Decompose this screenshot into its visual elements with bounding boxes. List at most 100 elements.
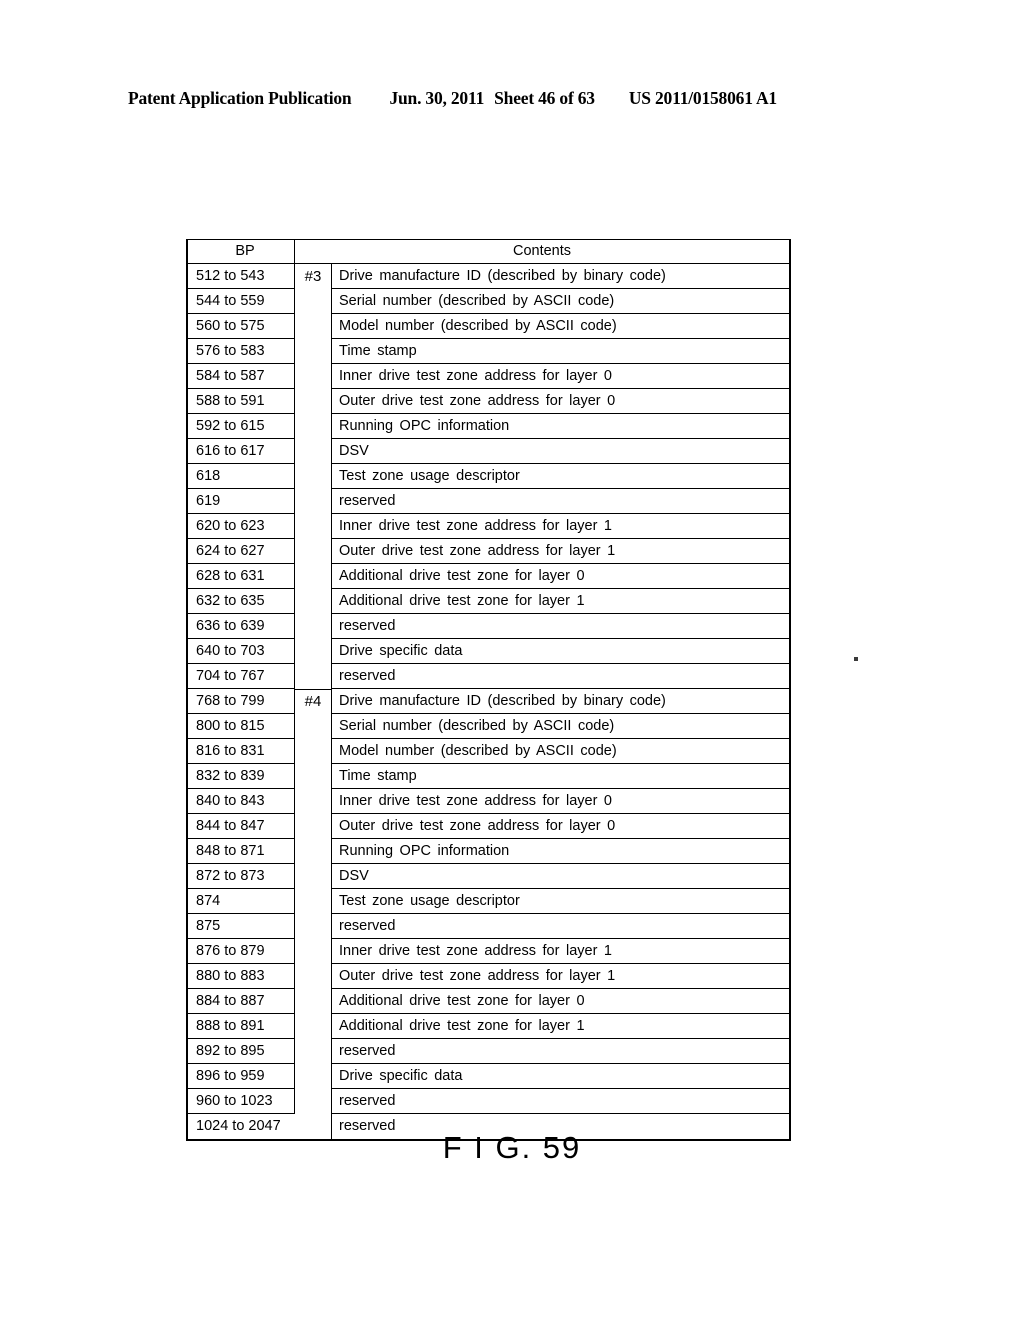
bp-range-cell: 618 (188, 464, 295, 489)
table-row: 584 to 587 Inner drive test zone address … (188, 364, 789, 389)
contents-cell: Drive specific data (332, 639, 789, 664)
bp-range-cell: 896 to 959 (188, 1064, 295, 1089)
contents-cell: Drive specific data (332, 1064, 789, 1089)
block-marker-spacer (295, 289, 332, 314)
bp-range-cell: 576 to 583 (188, 339, 295, 364)
column-header-contents: Contents (512, 243, 572, 259)
table-row: 628 to 631 Additional drive test zone for… (188, 564, 789, 589)
bp-range-cell: 624 to 627 (188, 539, 295, 564)
bp-range-cell: 840 to 843 (188, 789, 295, 814)
table-row: 512 to 543 #3 Drive manufacture ID (descri… (188, 264, 789, 289)
block-marker-spacer (295, 1064, 332, 1089)
table-row: 848 to 871 Running OPC information (188, 839, 789, 864)
bp-range-cell: 544 to 559 (188, 289, 295, 314)
bp-range-cell: 584 to 587 (188, 364, 295, 389)
bp-range-cell: 874 (188, 889, 295, 914)
table-row: 876 to 879 Inner drive test zone address … (188, 939, 789, 964)
block-marker-spacer (295, 839, 332, 864)
block-marker-spacer (295, 314, 332, 339)
contents-cell: Model number (described by ASCII code) (332, 739, 789, 764)
bp-range-cell: 588 to 591 (188, 389, 295, 414)
contents-cell: Test zone usage descriptor (332, 889, 789, 914)
table-row: 640 to 703 Drive specific data (188, 639, 789, 664)
bp-range-cell: 560 to 575 (188, 314, 295, 339)
table-row: 816 to 831 Model number (described by ASC… (188, 739, 789, 764)
block-marker-spacer (295, 339, 332, 364)
figure-caption: F I G. 59 (442, 1130, 582, 1165)
block-marker-spacer (295, 714, 332, 739)
contents-cell: Time stamp (332, 339, 789, 364)
contents-cell: Serial number (described by ASCII code) (332, 289, 789, 314)
bp-range-cell: 876 to 879 (188, 939, 295, 964)
table-row: 560 to 575 Model number (described by ASC… (188, 314, 789, 339)
contents-cell: Inner drive test zone address for layer … (332, 939, 789, 964)
table-row: 872 to 873 DSV (188, 864, 789, 889)
table-row: 840 to 843 Inner drive test zone address … (188, 789, 789, 814)
bp-range-cell: 636 to 639 (188, 614, 295, 639)
bp-range-cell: 848 to 871 (188, 839, 295, 864)
contents-cell: Serial number (described by ASCII code) (332, 714, 789, 739)
table-row: 632 to 635 Additional drive test zone for… (188, 589, 789, 614)
table-row: 588 to 591 Outer drive test zone address … (188, 389, 789, 414)
bp-range-cell: 616 to 617 (188, 439, 295, 464)
bp-range-cell: 888 to 891 (188, 1014, 295, 1039)
bp-range-cell: 620 to 623 (188, 514, 295, 539)
contents-cell: Additional drive test zone for layer 0 (332, 989, 789, 1014)
block-marker-spacer (295, 989, 332, 1014)
bp-range-cell: 512 to 543 (188, 264, 295, 289)
contents-cell: Additional drive test zone for layer 0 (332, 564, 789, 589)
contents-cell: Inner drive test zone address for layer … (332, 514, 789, 539)
contents-cell: Outer drive test zone address for layer … (332, 814, 789, 839)
contents-cell: reserved (332, 1089, 789, 1114)
block-marker-spacer (295, 889, 332, 914)
table-row: 636 to 639 reserved (188, 614, 789, 639)
contents-cell: Drive manufacture ID (described by binar… (332, 264, 789, 289)
bp-range-cell: 816 to 831 (188, 739, 295, 764)
block-marker-spacer (295, 439, 332, 464)
block-marker-spacer (295, 914, 332, 939)
contents-cell: Test zone usage descriptor (332, 464, 789, 489)
contents-cell: reserved (332, 1039, 789, 1064)
contents-cell: DSV (332, 439, 789, 464)
contents-cell: reserved (332, 664, 789, 689)
block-marker-spacer (295, 1014, 332, 1039)
bp-range-cell: 592 to 615 (188, 414, 295, 439)
bp-range-cell: 628 to 631 (188, 564, 295, 589)
block-marker-4: #4 (295, 689, 332, 714)
table-row: 892 to 895 reserved (188, 1039, 789, 1064)
contents-cell: Time stamp (332, 764, 789, 789)
bp-range-cell: 892 to 895 (188, 1039, 295, 1064)
bp-range-cell: 768 to 799 (188, 689, 295, 714)
bp-range-cell: 704 to 767 (188, 664, 295, 689)
column-header-bp: BP (188, 240, 295, 263)
table-row: 800 to 815 Serial number (described by AS… (188, 714, 789, 739)
contents-cell: Additional drive test zone for layer 1 (332, 1014, 789, 1039)
table-row: 544 to 559 Serial number (described by AS… (188, 289, 789, 314)
block-marker-spacer (295, 364, 332, 389)
scan-artifact-speck (854, 657, 858, 661)
bp-range-cell: 960 to 1023 (188, 1089, 295, 1114)
table-row: 616 to 617 DSV (188, 439, 789, 464)
block-marker-spacer (295, 639, 332, 664)
figure-table: BP Contents 512 to 543 #3 Drive manufacture … (186, 239, 791, 1141)
table-row: 888 to 891 Additional drive test zone for… (188, 1014, 789, 1039)
table-row: 620 to 623 Inner drive test zone address … (188, 514, 789, 539)
bp-range-cell: 880 to 883 (188, 964, 295, 989)
table-row: 960 to 1023 reserved (188, 1089, 789, 1114)
block-marker-spacer (295, 789, 332, 814)
contents-cell: reserved (332, 914, 789, 939)
table-row: 844 to 847 Outer drive test zone address … (188, 814, 789, 839)
block-marker-spacer (295, 864, 332, 889)
block-marker-spacer (295, 589, 332, 614)
contents-cell: reserved (332, 614, 789, 639)
publication-date: Jun. 30, 2011 (389, 88, 485, 108)
bp-range-cell: 844 to 847 (188, 814, 295, 839)
bp-range-cell: 632 to 635 (188, 589, 295, 614)
block-marker-spacer (295, 389, 332, 414)
table-header-row: BP Contents (188, 240, 789, 264)
block-marker-3: #3 (295, 264, 332, 289)
block-marker-spacer (295, 414, 332, 439)
block-marker-spacer (295, 814, 332, 839)
table-row: 884 to 887 Additional drive test zone for… (188, 989, 789, 1014)
block-marker-spacer (295, 1089, 332, 1114)
